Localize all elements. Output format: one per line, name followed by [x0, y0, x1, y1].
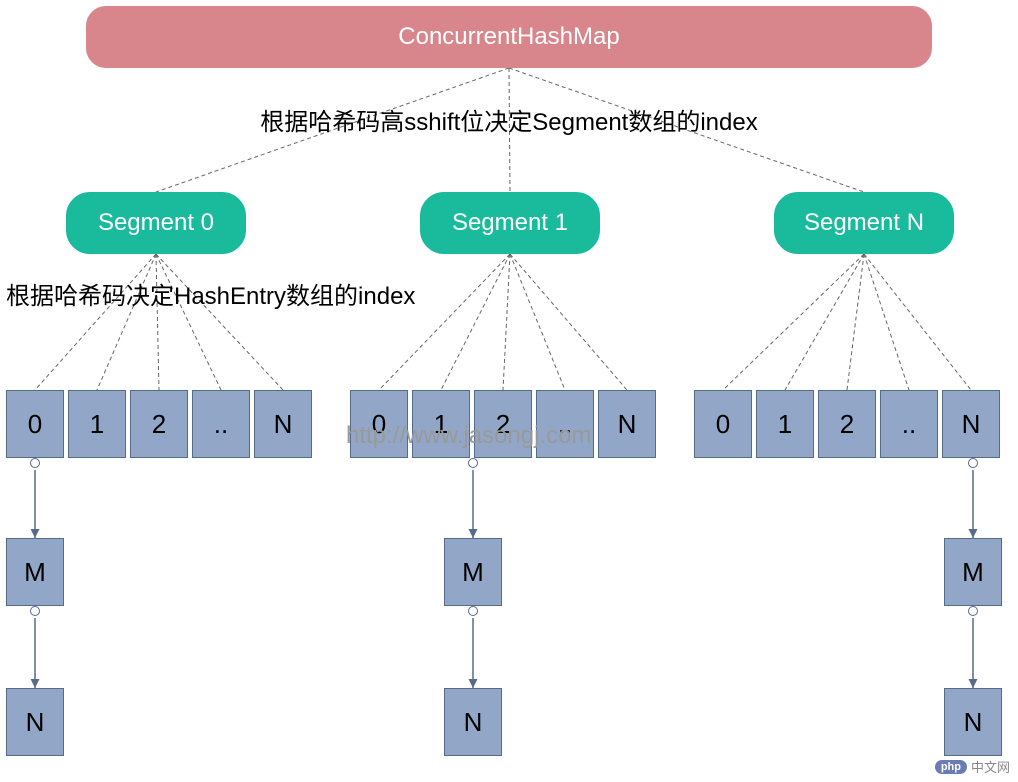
php-badge: php [935, 760, 967, 774]
root-node: ConcurrentHashMap [86, 6, 932, 68]
chain-node-m: M [444, 538, 502, 606]
array-cell: .. [880, 390, 938, 458]
array-cell: 2 [818, 390, 876, 458]
chain-node-m: M [944, 538, 1002, 606]
chain-node-n: N [6, 688, 64, 756]
segment-0: Segment 0 [66, 192, 246, 254]
segment-label: Segment N [804, 209, 924, 237]
segment-label: Segment 0 [98, 209, 214, 237]
connector-circle [468, 606, 478, 616]
array-cell: N [254, 390, 312, 458]
array-cell: 1 [756, 390, 814, 458]
segment-label: Segment 1 [452, 209, 568, 237]
array-cell: N [942, 390, 1000, 458]
hashentry-array-0: 0 1 2 .. N [6, 390, 312, 458]
root-title: ConcurrentHashMap [398, 23, 619, 51]
connector-circle [468, 458, 478, 468]
watermark-text: http://www.jasongj.com [346, 422, 591, 450]
array-cell: .. [192, 390, 250, 458]
connector-circle [968, 606, 978, 616]
hashentry-array-n: 0 1 2 .. N [694, 390, 1000, 458]
chain-node-n: N [444, 688, 502, 756]
footer-text: 中文网 [971, 757, 1010, 776]
array-cell: 1 [68, 390, 126, 458]
array-cell: 0 [694, 390, 752, 458]
segment-n: Segment N [774, 192, 954, 254]
chain-node-n: N [944, 688, 1002, 756]
connector-circle [968, 458, 978, 468]
connector-circle [30, 606, 40, 616]
segment-index-rule-label: 根据哈希码高sshift位决定Segment数组的index [0, 102, 1018, 137]
chain-node-m: M [6, 538, 64, 606]
hashentry-index-rule-label: 根据哈希码决定HashEntry数组的index [6, 276, 415, 311]
array-cell: 2 [130, 390, 188, 458]
footer-logo: php 中文网 [935, 757, 1010, 776]
connector-circle [30, 458, 40, 468]
array-cell: 0 [6, 390, 64, 458]
array-cell: N [598, 390, 656, 458]
segment-1: Segment 1 [420, 192, 600, 254]
